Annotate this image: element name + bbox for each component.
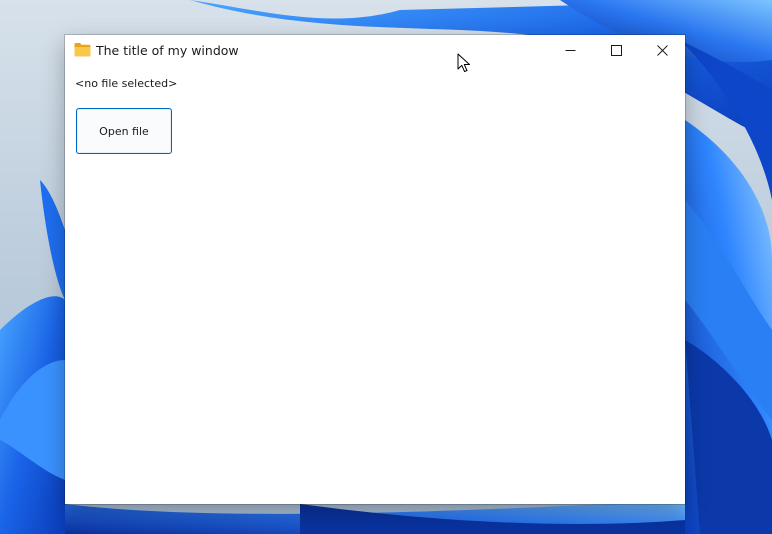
close-icon [656,45,668,56]
minimize-icon [565,50,575,51]
folder-icon [74,43,91,57]
maximize-button[interactable] [593,35,639,66]
minimize-button[interactable] [547,35,593,66]
maximize-icon [610,45,622,56]
desktop: The title of my window <no file selected… [0,0,772,534]
title-bar[interactable]: The title of my window [65,35,685,66]
window-title: The title of my window [96,43,239,58]
close-button[interactable] [639,35,685,66]
mouse-pointer-icon [457,53,470,73]
app-window: The title of my window <no file selected… [65,35,685,504]
selected-file-label: <no file selected> [75,77,178,90]
open-file-button[interactable]: Open file [76,108,172,154]
